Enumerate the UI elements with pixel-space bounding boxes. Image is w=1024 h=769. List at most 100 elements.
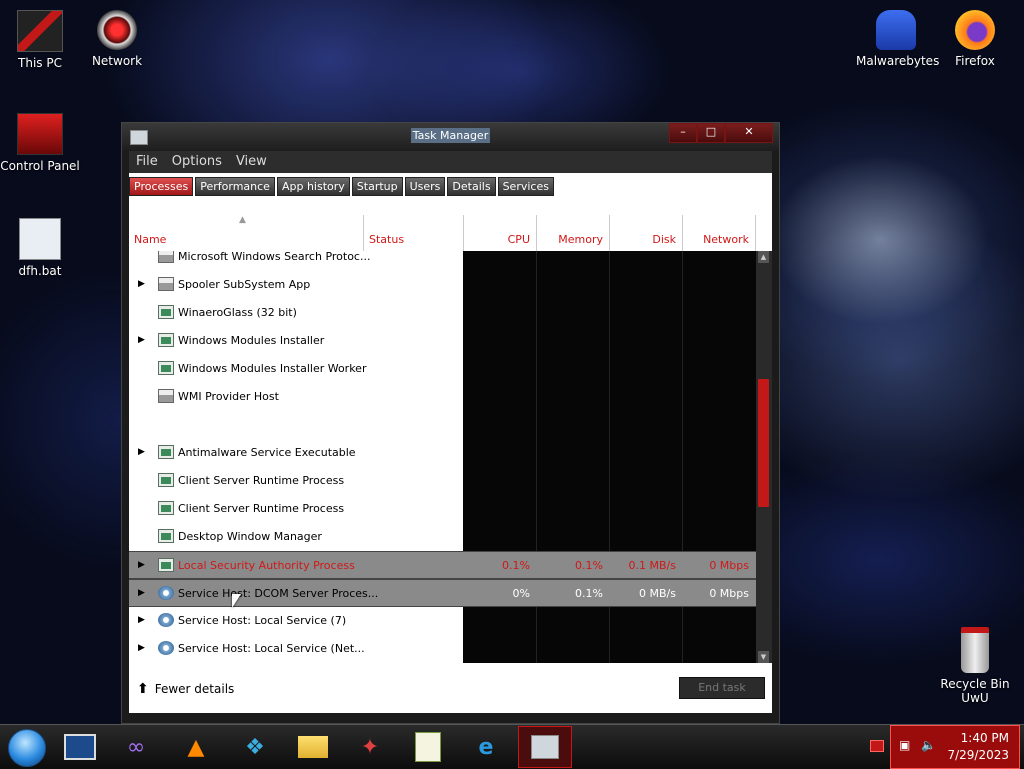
tab-services[interactable]: Services [497,177,554,196]
desktop-icon-firefox[interactable]: Firefox [935,10,1015,68]
arrow-up-icon: ⬆ [137,681,149,697]
tab-performance[interactable]: Performance [195,177,275,196]
printer-icon [158,389,174,403]
clock-date: 7/29/2023 [947,748,1009,762]
fewer-details-label: Fewer details [154,682,235,696]
tab-app-history[interactable]: App history [276,177,350,196]
process-row[interactable]: Windows Modules Installer Worker [129,355,756,383]
column-header-name[interactable]: Name [129,215,364,251]
app-window-icon [158,361,174,375]
taskbar: ∞ ▲ ❖ ✦ e ▣ 🔈 1:40 PM 7/29/2023 [0,724,1024,769]
process-row[interactable]: Client Server Runtime Process [129,467,756,495]
expand-arrow-icon[interactable]: ▶ [138,588,145,598]
desktop-icon-label: Malwarebytes [856,54,940,68]
taskbar-vlc-icon[interactable]: ▲ [178,729,214,765]
process-name: Local Security Authority Process [178,559,355,572]
taskbar-notepad-icon[interactable] [410,729,446,765]
process-name: Desktop Window Manager [178,530,322,543]
window-title: Task Manager [410,128,491,143]
expand-arrow-icon[interactable]: ▶ [138,335,145,345]
process-row[interactable]: WinaeroGlass (32 bit) [129,299,756,327]
process-cpu-value: 0.1% [502,559,530,572]
desktop-icon-network[interactable]: Network [77,10,157,68]
start-button[interactable] [8,729,46,767]
process-row[interactable]: Client Server Runtime Process [129,495,756,523]
menu-file[interactable]: File [129,151,165,173]
gear-icon [158,641,174,655]
process-name: Service Host: DCOM Server Proces... [178,587,379,600]
malwarebytes-icon [876,10,916,50]
process-row[interactable]: ▶ Service Host: Local Service (Net... [129,635,756,663]
column-header-status[interactable]: Status [364,215,464,251]
close-button[interactable]: ✕ [725,123,773,143]
computer-icon [17,10,63,52]
expand-arrow-icon[interactable]: ▶ [138,447,145,457]
taskbar-internet-explorer-icon[interactable]: e [468,729,504,765]
process-row[interactable]: Desktop Window Manager [129,523,756,551]
end-task-button[interactable]: End task [679,677,765,699]
menu-options[interactable]: Options [165,151,229,173]
process-row[interactable]: ▶ Antimalware Service Executable [129,439,756,467]
clock[interactable]: 1:40 PM 7/29/2023 [947,730,1009,764]
app-window-icon [158,445,174,459]
process-row[interactable]: ▶ Service Host: Local Service (7) [129,607,756,635]
maximize-button[interactable]: □ [697,123,725,143]
footer: ⬆ Fewer details End task [129,663,772,713]
taskbar-visual-studio-icon[interactable]: ∞ [118,729,154,765]
scroll-up-arrow-icon[interactable]: ▲ [758,251,769,263]
process-row[interactable]: ▶ Windows Modules Installer [129,327,756,355]
printer-icon [158,277,174,291]
tab-users[interactable]: Users [404,177,446,196]
minimize-button[interactable]: – [669,123,697,143]
app-window-icon [158,333,174,347]
desktop-icon-label: This PC [18,56,62,70]
network-tray-icon[interactable]: ▣ [899,738,910,752]
process-name: Service Host: Local Service (Net... [178,642,365,655]
process-row[interactable]: ▶ Spooler SubSystem App [129,271,756,299]
process-row[interactable]: ▶ Service Host: DCOM Server Proces... 0% 0.… [129,579,756,607]
app-window-icon [158,529,174,543]
app-window-icon [158,558,174,572]
expand-arrow-icon[interactable]: ▶ [138,560,145,570]
title-bar[interactable]: Task Manager – □ ✕ [122,123,779,151]
process-row[interactable]: Microsoft Windows Search Protoc... [129,251,756,271]
gear-icon [158,586,174,600]
process-name: WMI Provider Host [178,390,279,403]
taskbar-file-explorer-icon[interactable] [295,729,331,765]
taskbar-task-manager-icon[interactable] [518,726,572,768]
process-name: Client Server Runtime Process [178,474,345,487]
expand-arrow-icon[interactable]: ▶ [138,279,145,289]
tab-startup[interactable]: Startup [351,177,403,196]
scrollbar-thumb[interactable] [758,379,769,507]
clock-time: 1:40 PM [960,731,1009,745]
process-memory-value: 0.1% [575,559,603,572]
expand-arrow-icon[interactable]: ▶ [138,615,145,625]
column-header-disk[interactable]: Disk [610,215,683,251]
printer-icon [158,251,174,263]
column-header-network[interactable]: Network [683,215,756,251]
fewer-details-button[interactable]: ⬆ Fewer details [137,681,234,697]
expand-arrow-icon[interactable]: ▶ [138,643,145,653]
tab-processes[interactable]: Processes [129,177,194,196]
volume-muted-icon[interactable]: 🔈 [921,738,936,752]
desktop-icon-control-panel[interactable]: Control Panel [0,113,80,173]
taskbar-app2-icon[interactable]: ✦ [352,729,388,765]
menu-bar: File Options View [129,151,772,173]
menu-view[interactable]: View [229,151,274,173]
tab-details[interactable]: Details [447,177,496,196]
process-list: Microsoft Windows Search Protoc... ▶ Spool… [129,251,756,663]
show-hidden-icons[interactable] [870,740,884,752]
process-name: Windows Modules Installer Worker [178,362,367,375]
process-row[interactable]: ▶ Local Security Authority Process 0.1% 0.1… [129,551,756,579]
desktop-icon-this-pc[interactable]: This PC [0,10,80,70]
desktop-icon-dfh-bat[interactable]: dfh.bat [0,218,80,278]
process-row[interactable]: WMI Provider Host [129,383,756,411]
scroll-down-arrow-icon[interactable]: ▼ [758,651,769,663]
taskbar-app-icon[interactable]: ❖ [237,729,273,765]
desktop-icon-recycle-bin[interactable]: Recycle Bin UwU [935,627,1015,705]
taskbar-taskview-icon[interactable] [62,729,98,765]
desktop-icon-malwarebytes[interactable]: Malwarebytes [856,10,940,68]
column-header-cpu[interactable]: CPU [464,215,537,251]
column-header-memory[interactable]: Memory [537,215,610,251]
vertical-scrollbar[interactable]: ▲ ▼ [756,251,772,663]
